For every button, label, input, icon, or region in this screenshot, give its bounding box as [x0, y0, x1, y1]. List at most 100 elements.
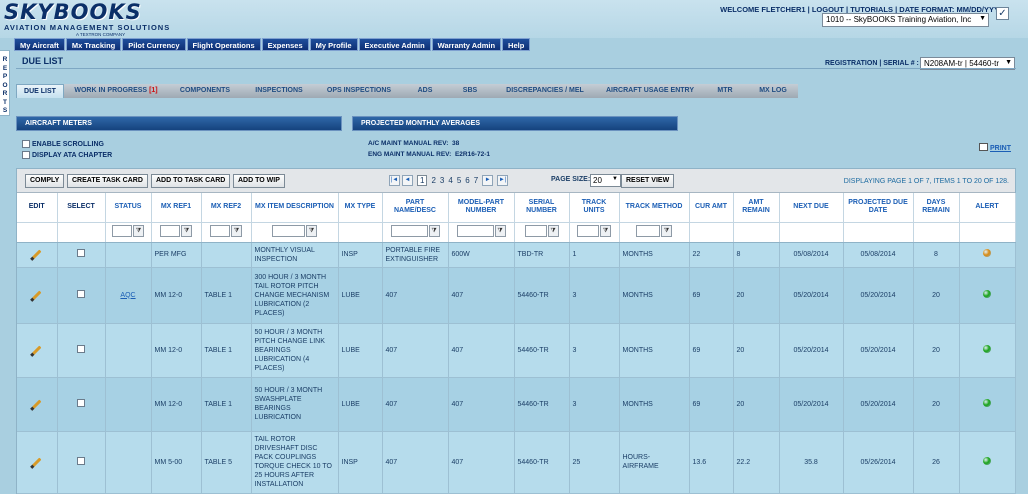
nav-item[interactable]: Expenses	[261, 38, 309, 51]
page-link[interactable]: 6	[465, 176, 469, 185]
page-link[interactable]: 1	[417, 175, 428, 186]
nav-item[interactable]: Flight Operations	[186, 38, 261, 51]
filter-icon[interactable]: ⧩	[494, 224, 506, 237]
tab-discrepancies-mel[interactable]: DISCREPANCIES / MEL	[492, 84, 598, 98]
filter-icon[interactable]: ⧩	[133, 224, 144, 237]
page-link[interactable]: 5	[457, 176, 461, 185]
column-header[interactable]: PART NAME/DESC	[382, 193, 449, 223]
column-header[interactable]: AMT REMAIN	[733, 193, 780, 223]
row-select-checkbox[interactable]	[77, 249, 85, 257]
display-ata-option[interactable]: DISPLAY ATA CHAPTER	[22, 151, 112, 159]
filter-icon[interactable]: ⧩	[306, 224, 317, 237]
tab-ads[interactable]: ADS	[402, 84, 448, 98]
enable-scrolling-checkbox[interactable]	[22, 140, 30, 148]
tab-sbs[interactable]: SBS	[448, 84, 492, 98]
column-header: SELECT	[57, 193, 106, 223]
page-link[interactable]: 2	[431, 176, 435, 185]
column-header[interactable]: MX ITEM DESCRIPTION	[251, 193, 339, 223]
projected-averages-panel[interactable]: PROJECTED MONTHLY AVERAGES	[352, 116, 678, 131]
printer-icon[interactable]	[979, 143, 988, 151]
row-select-checkbox[interactable]	[77, 289, 85, 298]
filter-input[interactable]	[456, 224, 494, 237]
filter-cell	[57, 222, 106, 243]
filter-input[interactable]	[112, 224, 132, 237]
filter-input[interactable]	[390, 224, 428, 237]
table-row: PER MFG MONTHLY VISUAL INSPECTION INSP PORT…	[17, 242, 1016, 268]
tab-aircraft-usage-entry[interactable]: AIRCRAFT USAGE ENTRY	[598, 84, 702, 98]
reset-view-button[interactable]: RESET VIEW	[621, 174, 675, 188]
filter-input[interactable]	[577, 224, 599, 237]
tab-mx-log[interactable]: MX LOG	[748, 84, 798, 98]
prev-page-icon[interactable]: ◄	[402, 175, 413, 186]
next-page-icon[interactable]: ►	[482, 175, 494, 186]
filter-icon[interactable]: ⧩	[428, 224, 440, 237]
nav-item[interactable]: Help	[502, 38, 531, 51]
column-header[interactable]: STATUS	[105, 193, 152, 223]
add-to-task-card-button[interactable]: ADD TO TASK CARD	[151, 174, 231, 188]
nav-item[interactable]: Executive Admin	[358, 38, 431, 51]
reports-tab-letter: R	[2, 90, 8, 97]
tab-due-list[interactable]: DUE LIST	[16, 84, 64, 98]
filter-icon[interactable]: ⧩	[231, 224, 242, 237]
column-header[interactable]: PROJECTED DUE DATE	[843, 193, 914, 223]
filter-icon[interactable]: ⧩	[547, 224, 559, 237]
display-ata-checkbox[interactable]	[22, 151, 30, 159]
enable-scrolling-option[interactable]: ENABLE SCROLLING	[22, 140, 104, 148]
aircraft-meters-panel[interactable]: AIRCRAFT METERS	[16, 116, 342, 131]
row-select-checkbox[interactable]	[77, 456, 85, 465]
column-header[interactable]: TRACK METHOD	[619, 193, 690, 223]
status-link[interactable]: AQC	[120, 292, 135, 299]
filter-icon[interactable]: ⧩	[661, 224, 672, 237]
tab-components[interactable]: COMPONENTS	[168, 84, 242, 98]
column-header[interactable]: MODEL-PART NUMBER	[448, 193, 515, 223]
edit-pencil-icon[interactable]	[31, 457, 42, 467]
nav-item[interactable]: Warranty Admin	[431, 38, 502, 51]
skybooks-logo[interactable]: SKYBOOKS AVIATION MANAGEMENT SOLUTIONS A…	[4, 2, 182, 38]
print-link[interactable]: PRINT	[990, 145, 1011, 152]
edit-pencil-icon[interactable]	[31, 249, 42, 260]
alert-cell	[959, 242, 1016, 268]
column-header[interactable]: CUR AMT	[689, 193, 734, 223]
tab-inspections[interactable]: INSPECTIONS	[242, 84, 316, 98]
row-select-checkbox[interactable]	[77, 398, 85, 407]
page-link[interactable]: 4	[448, 176, 452, 185]
last-page-icon[interactable]: ►|	[497, 175, 509, 186]
nav-item[interactable]: Mx Tracking	[65, 38, 122, 51]
row-select-checkbox[interactable]	[77, 344, 85, 353]
checkmark-icon[interactable]: ✓	[996, 7, 1009, 20]
create-task-card-button[interactable]: CREATE TASK CARD	[67, 174, 148, 188]
filter-icon[interactable]: ⧩	[181, 224, 192, 237]
column-header[interactable]: SERIAL NUMBER	[514, 193, 570, 223]
edit-pencil-icon[interactable]	[31, 399, 42, 409]
nav-item[interactable]: My Aircraft	[14, 38, 65, 51]
page-size-select[interactable]: 20 ▼	[590, 174, 621, 187]
filter-input[interactable]	[272, 224, 305, 237]
filter-icon[interactable]: ⧩	[600, 224, 611, 237]
column-header[interactable]: TRACK UNITS	[569, 193, 620, 223]
column-header[interactable]: MX TYPE	[338, 193, 383, 223]
page-link[interactable]: 3	[440, 176, 444, 185]
cell-ref2: TABLE 5	[201, 431, 252, 494]
column-header[interactable]: MX REF1	[151, 193, 202, 223]
tab-mtr[interactable]: MTR	[702, 84, 748, 98]
column-header[interactable]: ALERT	[959, 193, 1016, 223]
edit-pencil-icon[interactable]	[31, 345, 42, 355]
filter-input[interactable]	[524, 224, 547, 237]
first-page-icon[interactable]: |◄	[389, 175, 400, 186]
nav-item[interactable]: Pilot Currency	[122, 38, 186, 51]
add-to-wip-button[interactable]: ADD TO WIP	[233, 174, 285, 188]
filter-input[interactable]	[210, 224, 230, 237]
filter-input[interactable]	[636, 224, 660, 237]
tab-ops-inspections[interactable]: OPS INSPECTIONS	[316, 84, 402, 98]
tenant-select[interactable]: 1010 -- SkyBOOKS Training Aviation, Inc ▼	[822, 13, 989, 27]
column-header[interactable]: MX REF2	[201, 193, 252, 223]
filter-input[interactable]	[160, 224, 180, 237]
page-link[interactable]: 7	[474, 176, 478, 185]
column-header[interactable]: NEXT DUE	[779, 193, 844, 223]
column-header[interactable]: DAYS REMAIN	[913, 193, 960, 223]
tab-work-in-progress[interactable]: WORK IN PROGRESS [1]	[64, 84, 168, 98]
nav-item[interactable]: My Profile	[309, 38, 358, 51]
comply-button[interactable]: COMPLY	[25, 174, 65, 188]
edit-pencil-icon[interactable]	[31, 290, 42, 300]
reports-side-tab[interactable]: REPORTS	[0, 50, 10, 116]
